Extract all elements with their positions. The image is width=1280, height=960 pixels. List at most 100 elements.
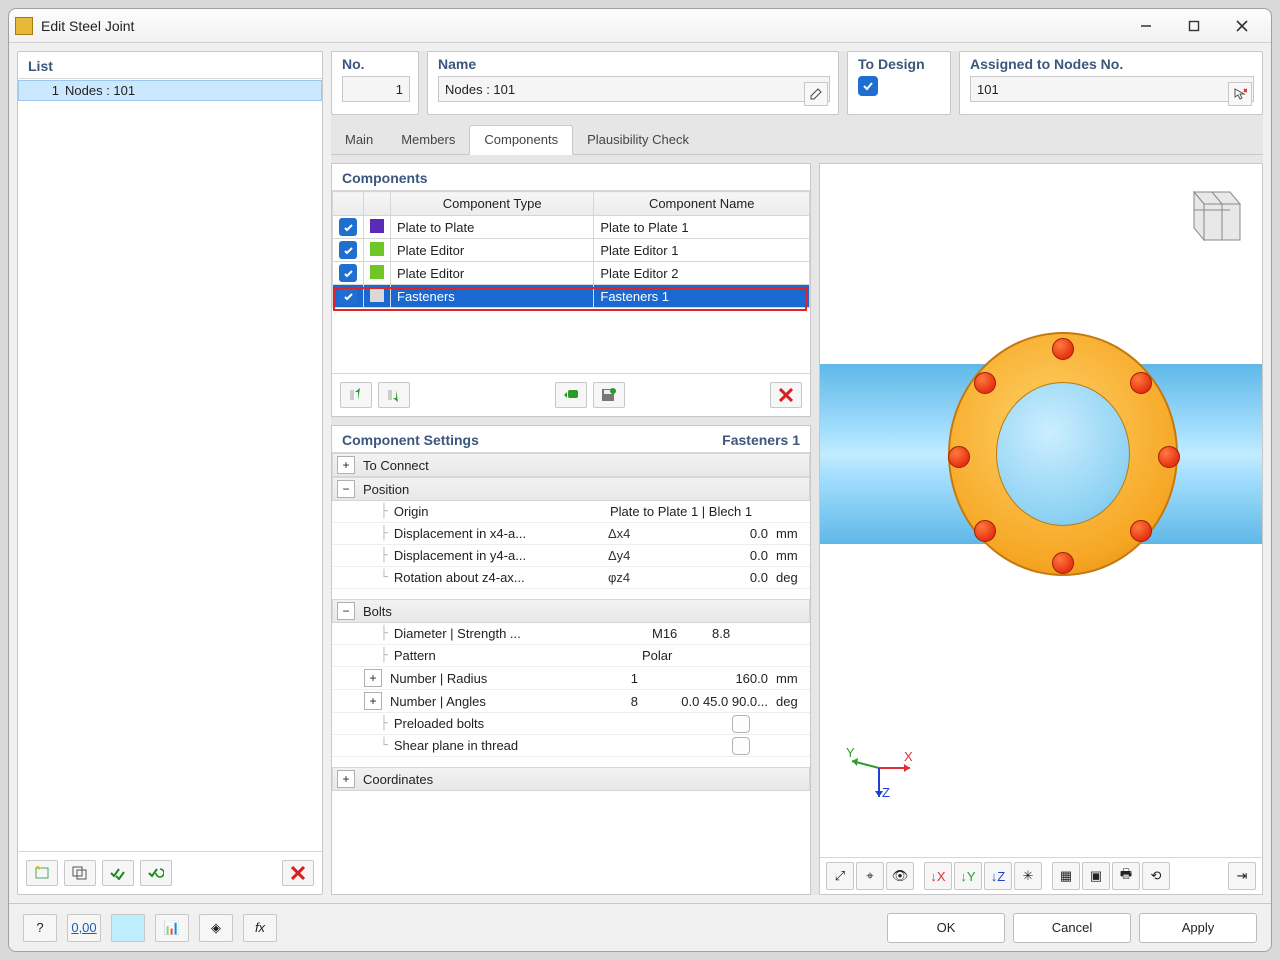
- prop-dx[interactable]: ├Displacement in x4-a...Δx40.0mm: [332, 523, 810, 545]
- render-wire-button[interactable]: ▣: [1082, 862, 1110, 890]
- col-component-type[interactable]: Component Type: [391, 192, 594, 216]
- settings-title: Component Settings: [342, 432, 479, 448]
- component-row[interactable]: Plate EditorPlate Editor 1: [333, 239, 810, 262]
- import-button[interactable]: [555, 382, 587, 408]
- tool4-button[interactable]: 📊: [155, 914, 189, 942]
- name-label: Name: [438, 56, 830, 72]
- component-row[interactable]: FastenersFasteners 1: [333, 285, 810, 308]
- delete-component-button[interactable]: [770, 382, 802, 408]
- prop-pattern[interactable]: ├PatternPolar: [332, 645, 810, 667]
- view-tool-1[interactable]: ⤢: [826, 862, 854, 890]
- axis-iso-button[interactable]: ✳: [1014, 862, 1042, 890]
- minimize-button[interactable]: [1123, 11, 1169, 41]
- color-swatch: [370, 265, 384, 279]
- component-row[interactable]: Plate EditorPlate Editor 2: [333, 262, 810, 285]
- number-label: No.: [342, 56, 410, 72]
- col-component-name[interactable]: Component Name: [594, 192, 810, 216]
- ok-button[interactable]: OK: [887, 913, 1005, 943]
- prop-number-angles[interactable]: +Number | Angles80.0 45.0 90.0...deg: [332, 690, 810, 713]
- view-tool-2[interactable]: ⌖: [856, 862, 884, 890]
- list-item-label: Nodes : 101: [65, 83, 135, 98]
- new-item-button[interactable]: [26, 860, 58, 886]
- move-down-button[interactable]: [378, 382, 410, 408]
- component-name-cell: Plate Editor 1: [594, 239, 810, 262]
- fx-button[interactable]: fx: [243, 914, 277, 942]
- list-item[interactable]: 1 Nodes : 101: [18, 80, 322, 101]
- print-button[interactable]: 🖶: [1112, 862, 1140, 890]
- svg-text:Z: Z: [882, 785, 890, 800]
- tab-bar: Main Members Components Plausibility Che…: [331, 123, 1263, 155]
- refresh-check-button[interactable]: [140, 860, 172, 886]
- pick-nodes-button[interactable]: [1228, 82, 1252, 106]
- units-button[interactable]: 0,00: [67, 914, 101, 942]
- component-name-cell: Plate to Plate 1: [594, 216, 810, 239]
- viewport-canvas[interactable]: X Y Z: [820, 164, 1262, 857]
- move-up-button[interactable]: [340, 382, 372, 408]
- app-icon: [15, 17, 33, 35]
- prop-diameter[interactable]: ├Diameter | Strength ...M168.8: [332, 623, 810, 645]
- component-name-cell: Plate Editor 2: [594, 262, 810, 285]
- tab-components[interactable]: Components: [469, 125, 573, 155]
- name-input[interactable]: Nodes : 101: [438, 76, 830, 102]
- preloaded-checkbox[interactable]: [732, 715, 750, 733]
- tab-plausibility-check[interactable]: Plausibility Check: [573, 126, 703, 154]
- axis-widget: X Y Z: [844, 733, 914, 803]
- reset-view-button[interactable]: ⟲: [1142, 862, 1170, 890]
- group-to-connect[interactable]: +To Connect: [332, 453, 810, 477]
- maximize-button[interactable]: [1171, 11, 1217, 41]
- row-checkbox[interactable]: [339, 241, 357, 259]
- components-table: Component Type Component Name Plate to P…: [332, 191, 810, 373]
- group-coordinates[interactable]: +Coordinates: [332, 767, 810, 791]
- number-field: No. 1: [331, 51, 419, 115]
- expand-view-button[interactable]: ⇥: [1228, 862, 1256, 890]
- bolt-icon: [1052, 338, 1074, 360]
- prop-origin[interactable]: ├OriginPlate to Plate 1 | Blech 1: [332, 501, 810, 523]
- number-input[interactable]: 1: [342, 76, 410, 102]
- axis-x-button[interactable]: ↓X: [924, 862, 952, 890]
- row-checkbox[interactable]: [339, 264, 357, 282]
- delete-item-button[interactable]: [282, 860, 314, 886]
- assigned-nodes-input[interactable]: 101: [970, 76, 1254, 102]
- view-tool-3[interactable]: 👁: [886, 862, 914, 890]
- group-position[interactable]: −Position: [332, 477, 810, 501]
- save-button[interactable]: [593, 382, 625, 408]
- apply-button[interactable]: Apply: [1139, 913, 1257, 943]
- row-checkbox[interactable]: [339, 218, 357, 236]
- settings-subtitle: Fasteners 1: [722, 432, 800, 448]
- tab-members[interactable]: Members: [387, 126, 469, 154]
- prop-number-radius[interactable]: +Number | Radius1160.0mm: [332, 667, 810, 690]
- color-button[interactable]: [111, 914, 145, 942]
- close-button[interactable]: [1219, 11, 1265, 41]
- check-all-button[interactable]: [102, 860, 134, 886]
- render-solid-button[interactable]: ▦: [1052, 862, 1080, 890]
- prop-preloaded[interactable]: ├Preloaded bolts: [332, 713, 810, 735]
- color-swatch: [370, 242, 384, 256]
- edit-name-button[interactable]: [804, 82, 828, 106]
- title-bar: Edit Steel Joint: [9, 9, 1271, 43]
- view-cube[interactable]: [1174, 176, 1250, 252]
- components-header: Components: [332, 164, 810, 191]
- copy-item-button[interactable]: [64, 860, 96, 886]
- tab-main[interactable]: Main: [331, 126, 387, 154]
- group-bolts[interactable]: −Bolts: [332, 599, 810, 623]
- help-button[interactable]: ?: [23, 914, 57, 942]
- cancel-button[interactable]: Cancel: [1013, 913, 1131, 943]
- row-checkbox[interactable]: [339, 287, 357, 305]
- list-item-index: 1: [31, 83, 59, 98]
- prop-shear[interactable]: └Shear plane in thread: [332, 735, 810, 757]
- svg-text:Y: Y: [846, 745, 855, 760]
- component-type-cell: Plate Editor: [391, 262, 594, 285]
- shear-checkbox[interactable]: [732, 737, 750, 755]
- prop-dy[interactable]: ├Displacement in y4-a...Δy40.0mm: [332, 545, 810, 567]
- axis-y-button[interactable]: ↓Y: [954, 862, 982, 890]
- component-row[interactable]: Plate to PlatePlate to Plate 1: [333, 216, 810, 239]
- bolt-icon: [1158, 446, 1180, 468]
- component-type-cell: Plate to Plate: [391, 216, 594, 239]
- view-toolbar: ⤢ ⌖ 👁 ↓X ↓Y ↓Z ✳ ▦ ▣ 🖶 ⟲ ⇥: [820, 857, 1262, 894]
- to-design-checkbox[interactable]: [858, 76, 878, 96]
- prop-rz[interactable]: └Rotation about z4-ax...φz40.0deg: [332, 567, 810, 589]
- window-title: Edit Steel Joint: [41, 18, 134, 34]
- tool5-button[interactable]: ◈: [199, 914, 233, 942]
- axis-z-button[interactable]: ↓Z: [984, 862, 1012, 890]
- dialog-footer: ? 0,00 📊 ◈ fx OK Cancel Apply: [9, 903, 1271, 951]
